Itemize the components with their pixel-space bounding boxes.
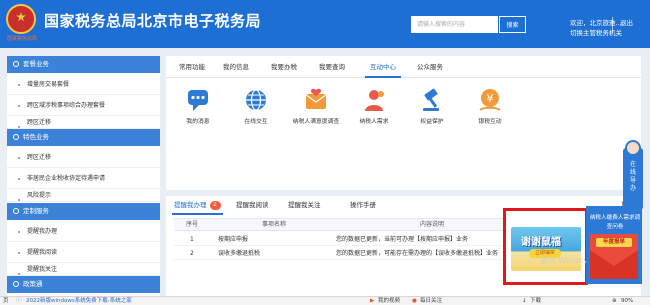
sidebar-item[interactable]: 跨区迁移 xyxy=(7,117,160,129)
sidebar-item[interactable]: 非居民企业税收协定待遇申请 xyxy=(7,169,160,189)
feature-label: 纳税人需求 xyxy=(359,119,389,125)
tab-my-info[interactable]: 我的信息 xyxy=(218,56,254,78)
sidebar-item[interactable]: 提醒我阅读 xyxy=(7,243,160,263)
gavel-icon xyxy=(418,86,446,114)
zoom-icon: ⊕ xyxy=(612,298,617,304)
tab-manual[interactable]: 操作手册 xyxy=(350,196,376,215)
count-badge: 2 xyxy=(209,201,221,210)
globe-icon xyxy=(242,86,270,114)
sidebar-item[interactable]: 提醒我关注 xyxy=(7,264,160,276)
switch-tax-authority-link[interactable]: 切换主管税务机关 xyxy=(570,27,622,37)
feature-online-interaction[interactable]: 在线交互 xyxy=(226,86,286,132)
tab-remind-handle[interactable]: 提醒我办理 2 xyxy=(172,196,222,215)
browser-status-bar: 页 ⓘ 2022新版windows系统免费下载-系统之家 ▶ 我的视频 ● 每日… xyxy=(0,296,650,305)
sub-tab-label: 提醒我办理 xyxy=(174,201,207,209)
promo-title: 谢谢鼠福 xyxy=(521,237,561,248)
sidebar-section-label: 政策通 xyxy=(23,280,43,288)
feature-label: 权益保护 xyxy=(420,119,444,125)
sidebar-section-label: 定制服务 xyxy=(23,207,49,215)
sidebar-section-custom[interactable]: 定制服务 xyxy=(7,203,160,220)
status-hot-link[interactable]: 每日关注 xyxy=(420,297,442,305)
info-icon: ⓘ xyxy=(16,298,22,304)
status-zoom[interactable]: 90% xyxy=(621,297,633,305)
row-number: 1 xyxy=(190,236,194,243)
feature-satisfaction-survey[interactable]: 纳税人满意度调查 xyxy=(286,86,346,132)
svg-text:¥: ¥ xyxy=(487,92,494,105)
circle-icon xyxy=(13,134,19,140)
sidebar-item[interactable]: 跨区迁移 xyxy=(7,148,160,168)
row-item-name[interactable]: 误收多缴退抵税 xyxy=(218,247,260,260)
survey-card-text: 纳税人缴费人需求调查问卷 xyxy=(589,215,641,230)
sidebar-item[interactable]: 风险提示 xyxy=(7,190,160,202)
tax-emblem-icon xyxy=(6,4,36,34)
feature-label: 银税互动 xyxy=(478,119,502,125)
function-panel: 常用功能 我的信息 我要办税 我要查询 互动中心 公众服务 我的消息 在线交互 … xyxy=(166,56,641,190)
status-download-link[interactable]: 下载 xyxy=(530,297,541,305)
sidebar-item[interactable]: 跨区域涉税事项综合办理套餐 xyxy=(7,96,160,116)
sidebar-section-label: 特色业务 xyxy=(23,133,49,141)
user-icon xyxy=(13,208,19,214)
emblem-caption: 国家税务总局 xyxy=(6,36,37,42)
online-service-tab[interactable]: 在线导办 xyxy=(623,140,643,210)
red-envelope-icon: 年度报单 xyxy=(590,234,638,279)
video-icon: ▶ xyxy=(370,298,375,304)
site-title: 国家税务总局北京市电子税务局 xyxy=(44,12,262,30)
tab-tax-handling[interactable]: 我要办税 xyxy=(266,56,302,78)
row-number: 2 xyxy=(190,250,194,257)
row-item-name[interactable]: 按期应申报 xyxy=(218,233,248,246)
app-window: 国家税务总局 国家税务总局北京市电子税务局 搜索 欢迎，北京旅雅... 切换主管… xyxy=(0,0,650,305)
status-video-link[interactable]: 我的视频 xyxy=(378,297,400,305)
survey-icon xyxy=(302,86,330,114)
feature-label: 纳税人满意度调查 xyxy=(292,119,340,125)
row-description: 您的数据已更新，可能存在需办理的【误收多缴退抵税】业务 xyxy=(336,250,499,257)
status-page-text: 页 xyxy=(3,298,9,304)
header-bar: 国家税务总局 国家税务总局北京市电子税务局 搜索 欢迎，北京旅雅... 切换主管… xyxy=(0,0,650,48)
user-icon xyxy=(13,281,19,287)
feature-rights-protection[interactable]: 权益保护 xyxy=(402,86,462,132)
header-divider xyxy=(612,17,613,33)
feature-bank-tax-interaction[interactable]: ¥ 银税互动 xyxy=(460,86,520,132)
service-avatar-icon xyxy=(625,140,641,156)
sidebar-item[interactable]: 提醒我办理 xyxy=(7,222,160,242)
envelope-flap xyxy=(590,250,638,279)
download-icon: ↓ xyxy=(522,298,527,304)
search-input[interactable] xyxy=(411,16,498,33)
column-header: 内容说明 xyxy=(420,221,445,228)
yuan-coin-icon: ¥ xyxy=(476,86,504,114)
top-tab-bar: 常用功能 我的信息 我要办税 我要查询 互动中心 公众服务 xyxy=(166,56,641,78)
search-button[interactable]: 搜索 xyxy=(499,16,526,33)
sidebar-section-policy[interactable]: 政策通 xyxy=(7,276,160,293)
row-description: 您的数据已更新，当前可办理【按期应申报】业务 xyxy=(336,236,469,243)
tab-common-functions[interactable]: 常用功能 xyxy=(172,56,212,78)
tab-remind-read[interactable]: 提醒我阅读 xyxy=(236,196,269,215)
tab-interaction-center[interactable]: 互动中心 xyxy=(365,56,401,78)
feature-taxpayer-needs[interactable]: 纳税人需求 xyxy=(344,86,404,132)
feature-label: 在线交互 xyxy=(244,119,268,125)
column-header: 序号 xyxy=(186,221,199,228)
online-service-label: 在线导办 xyxy=(629,161,636,192)
feature-label: 我的消息 xyxy=(186,119,210,125)
sidebar-section-label: 套餐业务 xyxy=(23,60,49,68)
user-need-icon xyxy=(360,86,388,114)
feature-my-messages[interactable]: 我的消息 xyxy=(168,86,228,132)
survey-card[interactable]: 纳税人缴费人需求调查问卷 年度报单 xyxy=(586,206,642,284)
sidebar-section-package[interactable]: 套餐业务 xyxy=(7,56,160,73)
tab-public-services[interactable]: 公众服务 xyxy=(412,56,448,78)
status-news-link[interactable]: 2022新版windows系统免费下载-系统之家 xyxy=(26,297,132,305)
fire-icon: ● xyxy=(412,298,417,304)
welcome-text: 欢迎，北京旅雅... xyxy=(570,19,622,27)
circle-icon xyxy=(13,61,19,67)
tab-query[interactable]: 我要查询 xyxy=(314,56,350,78)
message-icon xyxy=(184,86,212,114)
promo-popup[interactable]: 谢谢鼠福 立即抽奖 xyxy=(503,208,588,285)
tab-remind-follow[interactable]: 提醒我关注 xyxy=(288,196,321,215)
sidebar: 套餐业务 增量房交易套餐 跨区域涉税事项综合办理套餐 跨区迁移 特色业务 跨区迁… xyxy=(7,56,160,296)
envelope-banner: 年度报单 xyxy=(596,238,632,247)
column-header: 事项名称 xyxy=(262,221,287,228)
sidebar-section-special[interactable]: 特色业务 xyxy=(7,129,160,146)
sidebar-item[interactable]: 增量房交易套餐 xyxy=(7,75,160,95)
logout-link[interactable]: 退出 xyxy=(620,17,633,27)
